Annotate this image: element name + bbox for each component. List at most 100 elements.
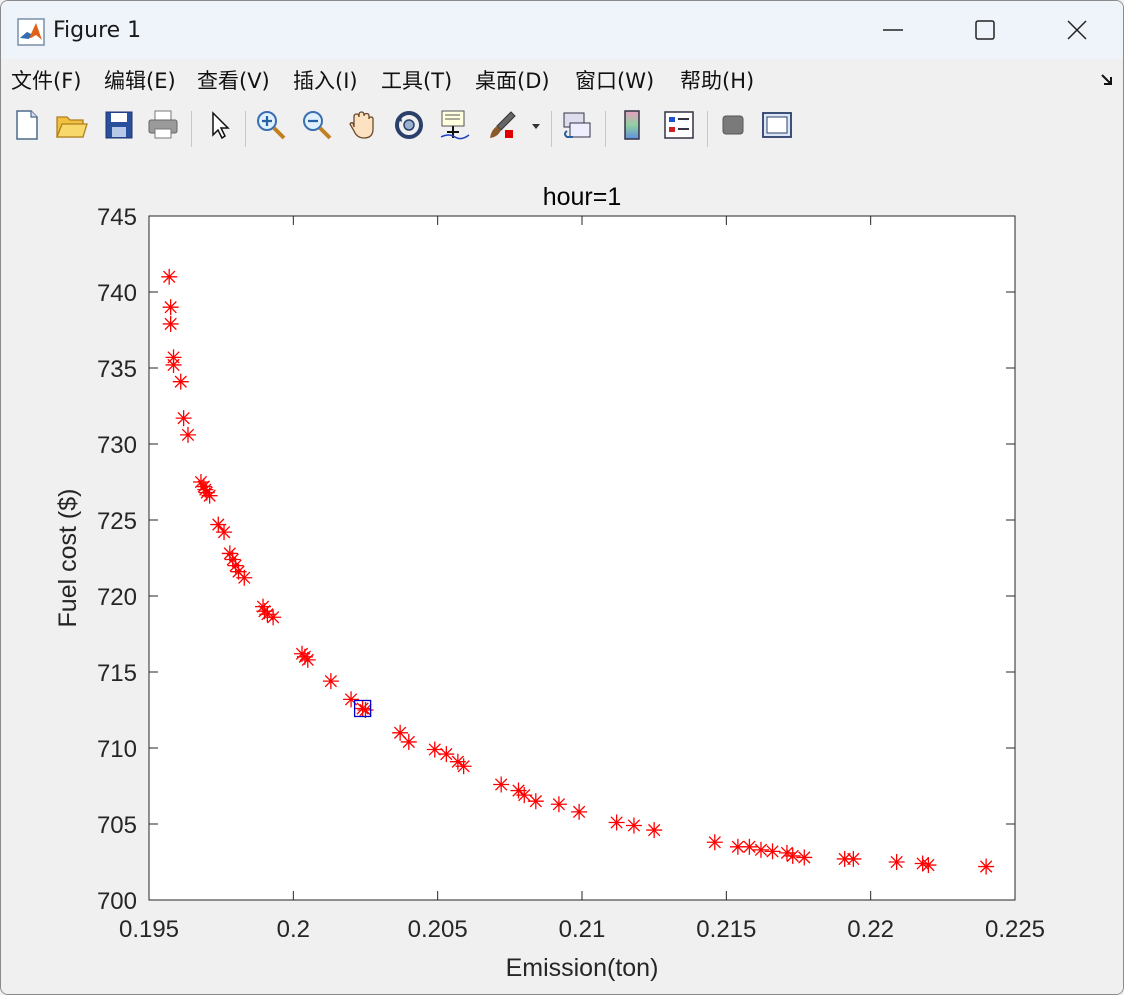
menu-help[interactable]: 帮助(H) [680,65,754,95]
zoom-out-button[interactable] [299,107,335,143]
data-point [161,268,178,285]
menu-file[interactable]: 文件(F) [11,65,81,95]
scatter-chart: 0.195 0.2 0.205 0.21 0.215 0.22 0.225 700 705 71… [54,183,1045,982]
y-axis-label: Fuel cost ($) [54,489,82,628]
x-tick-label: 0.225 [985,916,1045,943]
data-point [216,524,233,541]
x-tick-label: 0.22 [847,916,894,943]
menu-view[interactable]: 查看(V) [197,65,270,95]
data-point [354,700,371,717]
y-tick-label: 720 [97,584,137,611]
open-file-button[interactable] [53,107,89,143]
data-point [608,814,625,831]
menu-desktop[interactable]: 桌面(D) [475,65,550,95]
data-point [888,854,905,870]
data-point [438,746,455,763]
data-point [646,822,663,839]
brush-dropdown[interactable] [529,107,543,143]
data-point [845,850,862,867]
data-point [172,373,189,390]
y-tick-label: 715 [97,660,137,687]
minimize-button[interactable] [847,1,939,59]
data-point [322,673,339,690]
data-cursor-icon [440,110,470,140]
window-title: Figure 1 [53,18,142,43]
show-plot-tools-icon [762,112,792,138]
x-tick-label: 0.195 [119,916,179,943]
y-tick-label: 725 [97,508,137,535]
new-figure-button[interactable] [9,107,45,143]
data-point [625,817,642,834]
brush-button[interactable] [485,107,521,143]
chevron-down-icon [532,124,540,129]
hide-plot-tools-button[interactable] [715,107,751,143]
data-point [455,758,472,775]
menu-tools[interactable]: 工具(T) [381,65,452,95]
zoom-in-button[interactable] [253,107,289,143]
data-point [201,487,218,504]
toolbar-separator [551,111,552,147]
print-button[interactable] [145,107,181,143]
menu-insert[interactable]: 插入(I) [293,65,358,95]
data-point [265,609,282,626]
menu-bar: 文件(F) 编辑(E) 查看(V) 插入(I) 工具(T) 桌面(D) 窗口(W… [1,59,1123,101]
y-tick-label: 705 [97,812,137,839]
hide-plot-tools-icon [722,115,744,135]
rotate-3d-icon [395,111,423,139]
y-tick-label: 730 [97,432,137,459]
rotate-3d-button[interactable] [391,107,427,143]
figure-window: Figure 1 文件(F) 编辑(E) 查看(V) 插入(I) 工具(T) 桌… [0,0,1124,995]
toolbar-separator [707,111,708,147]
colorbar-icon [624,110,640,140]
data-point [426,741,443,758]
close-icon [1067,20,1087,40]
new-figure-icon [16,110,38,140]
data-point [493,776,510,793]
maximize-icon [975,20,995,40]
link-plot-button[interactable] [559,107,595,143]
x-tick-label: 0.205 [408,916,468,943]
y-tick-labels: 700 705 710 715 720 725 730 735 740 745 [97,204,137,915]
y-tick-label: 700 [97,888,137,915]
x-axis-label: Emission(ton) [506,954,659,982]
select-pointer-button[interactable] [201,107,237,143]
insert-colorbar-button[interactable] [615,107,651,143]
data-point [706,834,723,851]
x-tick-label: 0.2 [277,916,310,943]
maximize-button[interactable] [939,1,1031,59]
minimize-icon [883,29,903,31]
insert-legend-button[interactable] [661,107,697,143]
data-point [162,299,179,316]
open-file-icon [56,116,88,138]
zoom-out-icon [303,111,332,140]
y-tick-label: 710 [97,736,137,763]
x-tick-label: 0.21 [559,916,606,943]
pan-hand-icon [349,111,374,139]
y-tick-label: 735 [97,356,137,383]
plot-area[interactable] [149,216,1015,900]
data-point [741,838,758,855]
data-point [175,410,192,427]
data-point [400,733,417,750]
figure-canvas[interactable]: 0.195 0.2 0.205 0.21 0.215 0.22 0.225 700 705 71… [1,153,1123,994]
y-tick-label: 740 [97,280,137,307]
menu-window[interactable]: 窗口(W) [575,65,654,95]
toolbar-separator [191,111,192,147]
chart-title: hour=1 [543,183,622,211]
menu-edit[interactable]: 编辑(E) [104,65,176,95]
data-point [978,858,995,875]
close-button[interactable] [1031,1,1123,59]
brush-icon [490,111,516,138]
pan-button[interactable] [345,107,381,143]
show-plot-tools-button[interactable] [759,107,795,143]
save-button[interactable] [101,107,137,143]
data-point [165,356,182,373]
data-point [527,793,544,810]
link-plot-icon [563,112,591,138]
dock-arrow-icon[interactable] [1099,72,1115,88]
toolbar-separator [245,111,246,147]
data-point [752,841,769,858]
data-point [343,691,360,708]
title-bar[interactable]: Figure 1 [1,1,1123,59]
data-cursor-button[interactable] [437,107,473,143]
